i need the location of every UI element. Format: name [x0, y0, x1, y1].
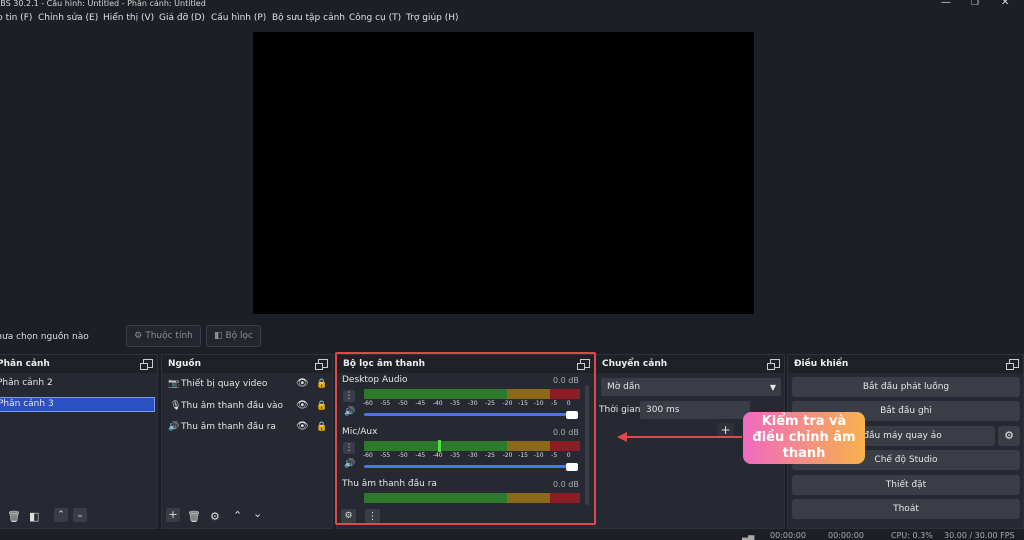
scenes-title: Phân cảnh [0, 359, 50, 369]
eye-icon[interactable]: 👁 [296, 378, 309, 389]
properties-button[interactable]: ⚙ Thuộc tính [126, 325, 201, 347]
close-icon[interactable]: ✕ [1001, 0, 1009, 8]
duration-label: Thời gian [599, 405, 641, 415]
maximize-icon[interactable]: ❐ [971, 0, 979, 8]
transition-select[interactable]: Mờ dần ▼ [601, 378, 781, 396]
fps-readout: 30.00 / 30.00 FPS [944, 531, 1015, 540]
source-item[interactable]: 📷 Thiết bị quay video 👁 🔒 [168, 378, 328, 393]
filters-label: Bộ lọc [225, 331, 254, 341]
transitions-title: Chuyển cảnh [602, 359, 668, 369]
window-title: OBS 30.2.1 - Cấu hình: Untitled - Phân c… [0, 0, 206, 8]
exit-button[interactable]: Thoát [792, 499, 1020, 519]
eye-icon[interactable]: 👁 [296, 400, 309, 411]
move-down-icon[interactable]: ⌄ [73, 508, 87, 522]
no-source-label: Chưa chọn nguồn nào [0, 332, 89, 342]
filter-icon: ◧ [213, 331, 223, 341]
remove-source-icon[interactable]: 🗑 [187, 510, 201, 523]
source-label: Thu âm thanh đầu vào [181, 401, 284, 411]
scene-item-selected[interactable]: Phân cảnh 3 [0, 397, 155, 412]
undock-icon[interactable] [1006, 359, 1019, 370]
cpu-usage: CPU: 0.3% [891, 531, 933, 540]
source-label: Thu âm thanh đầu ra [181, 422, 276, 432]
menu-docks[interactable]: Giá đỡ (D) [159, 13, 205, 23]
lock-icon[interactable]: 🔒 [316, 401, 327, 411]
lock-icon[interactable]: 🔒 [316, 422, 327, 432]
source-item[interactable]: 🎙 Thu âm thanh đầu vào 👁 🔒 [168, 400, 328, 415]
properties-label: Thuộc tính [145, 331, 193, 341]
undock-icon[interactable] [140, 359, 153, 370]
transition-type: Mờ dần [607, 382, 641, 392]
undock-icon[interactable] [767, 359, 780, 370]
scene-filters-icon[interactable]: ◧ [29, 510, 39, 523]
menu-help[interactable]: Trợ giúp (H) [406, 13, 459, 23]
undock-icon[interactable] [315, 359, 328, 370]
menu-bar: Tập tin (F) Chỉnh sửa (E) Hiển thị (V) G… [0, 9, 1024, 29]
menu-view[interactable]: Hiển thị (V) [103, 13, 154, 23]
source-item[interactable]: 🔊 Thu âm thanh đầu ra 👁 🔒 [168, 421, 328, 436]
microphone-icon: 🎙 [170, 401, 182, 411]
preview-canvas[interactable] [253, 32, 754, 314]
lock-icon[interactable]: 🔒 [316, 379, 327, 389]
menu-scene-collection[interactable]: Bộ sưu tập cảnh [272, 13, 345, 23]
source-properties-icon[interactable]: ⚙ [210, 510, 220, 523]
filters-button[interactable]: ◧ Bộ lọc [206, 325, 261, 347]
sources-dock: Nguồn 📷 Thiết bị quay video 👁 🔒 🎙 Thu âm… [161, 354, 333, 529]
duration-value: 300 ms [646, 405, 680, 415]
scene-item[interactable]: Phân cảnh 2 [0, 378, 53, 388]
sources-dock-header: Nguồn [162, 355, 332, 373]
scenes-dock-header: Phân cảnh [0, 355, 157, 373]
move-up-icon[interactable]: ⌃ [233, 509, 242, 522]
menu-edit[interactable]: Chỉnh sửa (E) [38, 13, 98, 23]
virtual-camera-gear-icon[interactable]: ⚙ [998, 426, 1020, 446]
title-bar: OBS 30.2.1 - Cấu hình: Untitled - Phân c… [0, 0, 1024, 9]
signal-icon: ▂▄ [742, 531, 755, 540]
record-time: 00:00:00 [828, 531, 864, 540]
scene-item-label: Phân cảnh 3 [0, 399, 54, 409]
menu-file[interactable]: Tập tin (F) [0, 13, 32, 23]
source-label: Thiết bị quay video [181, 379, 268, 389]
add-source-icon[interactable]: + [166, 508, 180, 522]
stream-time: 00:00:00 [770, 531, 806, 540]
audio-mixer-highlight [335, 352, 596, 525]
menu-profile[interactable]: Cấu hình (P) [211, 13, 266, 23]
settings-button[interactable]: Thiết đặt [792, 475, 1020, 495]
menu-tools[interactable]: Công cụ (T) [349, 13, 401, 23]
chevron-down-icon: ▼ [769, 382, 776, 392]
duration-input[interactable]: 300 ms [640, 401, 750, 419]
annotation-callout: Kiểm tra và điều chỉnh âm thanh [743, 412, 865, 464]
move-down-icon[interactable]: ⌄ [253, 507, 262, 520]
start-streaming-button[interactable]: Bắt đầu phát luồng [792, 377, 1020, 397]
controls-header: Điều khiển [788, 355, 1023, 373]
speaker-icon: 🔊 [168, 422, 180, 432]
sources-title: Nguồn [168, 359, 201, 369]
gear-icon: ⚙ [134, 331, 143, 341]
status-bar: ▂▄ 00:00:00 00:00:00 CPU: 0.3% 30.00 / 3… [0, 530, 1024, 540]
eye-icon[interactable]: 👁 [296, 421, 309, 432]
minimize-icon[interactable]: — [941, 0, 951, 8]
arrow-icon [617, 432, 742, 442]
camera-icon: 📷 [168, 379, 180, 389]
scenes-dock: Phân cảnh Phân cảnh 2 Phân cảnh 3 🗑 ◧ ⌃ … [0, 354, 158, 529]
transitions-header: Chuyển cảnh [596, 355, 784, 373]
controls-title: Điều khiển [794, 359, 849, 369]
remove-scene-icon[interactable]: 🗑 [7, 510, 21, 523]
move-up-icon[interactable]: ⌃ [54, 508, 68, 522]
